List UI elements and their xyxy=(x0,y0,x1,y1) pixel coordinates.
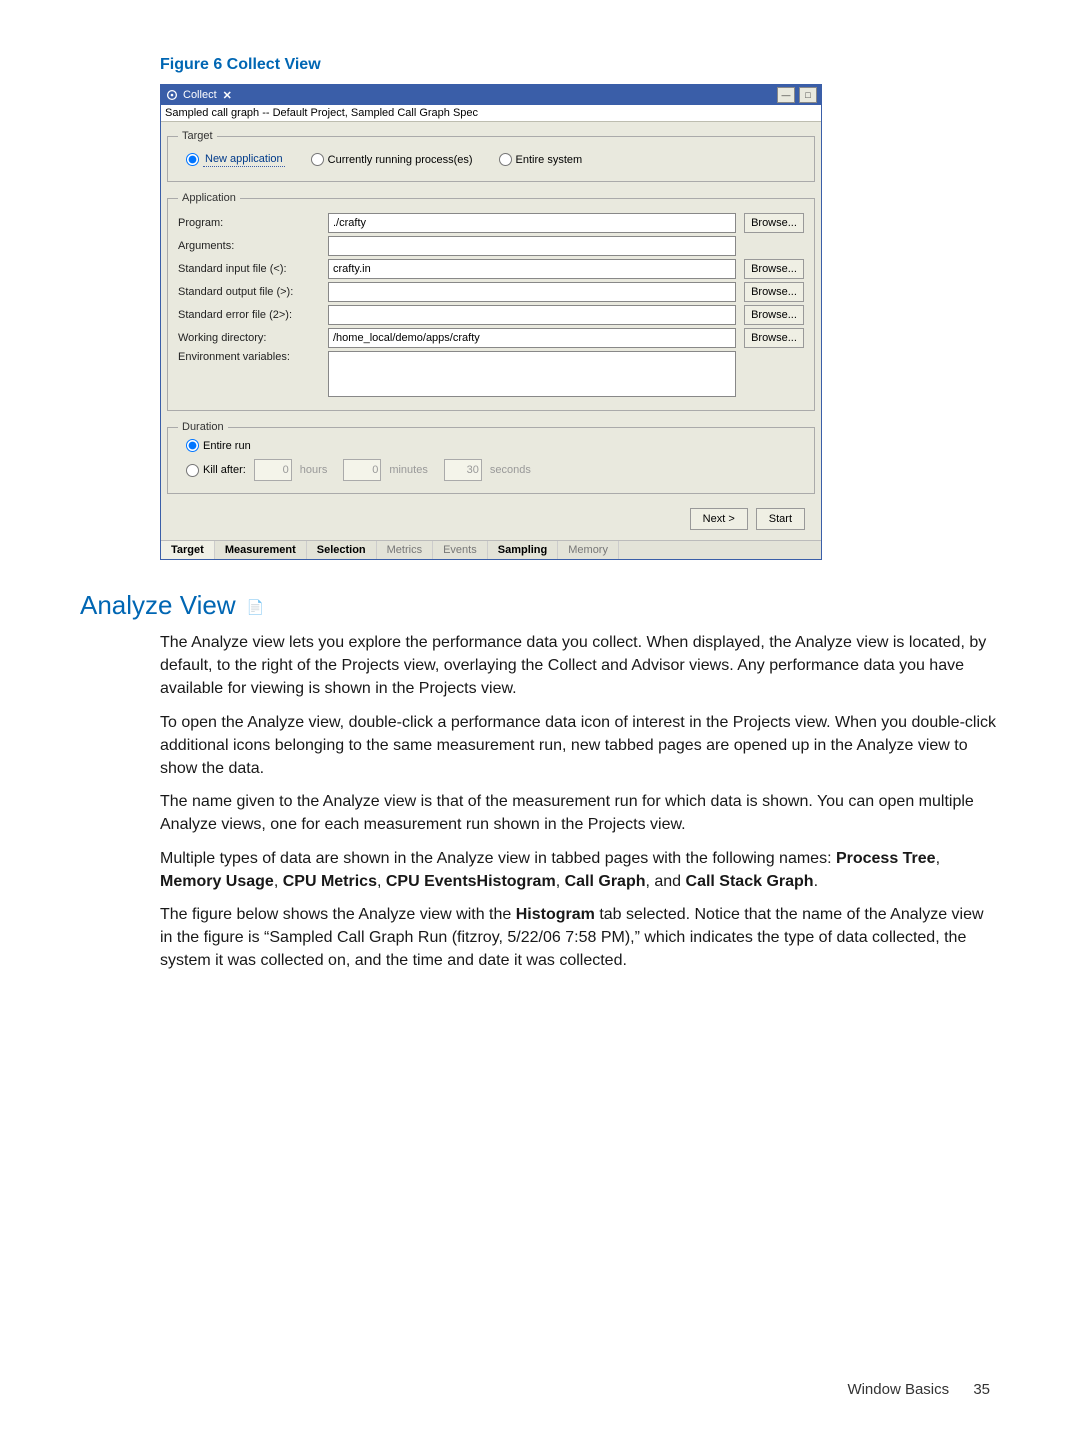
label-env: Environment variables: xyxy=(178,351,328,363)
unit-hours: hours xyxy=(300,464,328,476)
text: The figure below shows the Analyze view … xyxy=(160,906,516,923)
minutes-input xyxy=(343,459,381,481)
titlebar: Collect ✕ — □ xyxy=(161,85,821,105)
radio-running-processes[interactable]: Currently running process(es) xyxy=(311,153,473,166)
radio-label: Entire system xyxy=(516,154,583,166)
radio-new-application-input[interactable] xyxy=(186,153,199,166)
next-button[interactable]: Next > xyxy=(690,508,748,530)
collect-window: Collect ✕ — □ Sampled call graph -- Defa… xyxy=(160,84,822,560)
gear-icon xyxy=(165,88,179,102)
bold: CPU Metrics xyxy=(283,873,377,890)
seconds-input xyxy=(444,459,482,481)
radio-label: Currently running process(es) xyxy=(328,154,473,166)
target-group: Target New application Currently running… xyxy=(167,130,815,182)
tab-selection[interactable]: Selection xyxy=(307,541,377,559)
bold: Memory Usage xyxy=(160,873,274,890)
radio-label: Kill after: xyxy=(203,464,246,476)
browse-stderr-button[interactable]: Browse... xyxy=(744,305,804,325)
text: , xyxy=(274,873,283,890)
tab-measurement[interactable]: Measurement xyxy=(215,541,307,559)
browse-wd-button[interactable]: Browse... xyxy=(744,328,804,348)
radio-kill-after-input[interactable] xyxy=(186,464,199,477)
page-footer: Window Basics 35 xyxy=(847,1381,990,1398)
window-title: Collect xyxy=(183,89,217,101)
hours-input xyxy=(254,459,292,481)
tab-close-icon[interactable]: ✕ xyxy=(223,89,232,102)
text: , xyxy=(556,873,565,890)
figure-caption: Figure 6 Collect View xyxy=(160,56,1000,74)
tab-metrics[interactable]: Metrics xyxy=(377,541,433,559)
page-number: 35 xyxy=(973,1381,990,1398)
paragraph: The name given to the Analyze view is th… xyxy=(160,790,1000,836)
unit-minutes: minutes xyxy=(389,464,428,476)
duration-group: Duration Entire run Kill after: hours mi… xyxy=(167,421,815,494)
tab-target[interactable]: Target xyxy=(161,541,215,559)
radio-running-processes-input[interactable] xyxy=(311,153,324,166)
start-button[interactable]: Start xyxy=(756,508,805,530)
section-title-text: Analyze View xyxy=(80,590,236,620)
bold: CPU EventsHistogram xyxy=(386,873,556,890)
document-icon: 📄 xyxy=(247,599,264,615)
stdin-input[interactable] xyxy=(328,259,736,279)
label-arguments: Arguments: xyxy=(178,240,328,252)
label-stdin: Standard input file (<): xyxy=(178,263,328,275)
footer-label: Window Basics xyxy=(847,1381,949,1398)
radio-entire-run-input[interactable] xyxy=(186,439,199,452)
text: , xyxy=(936,850,940,867)
wd-input[interactable] xyxy=(328,328,736,348)
radio-entire-system[interactable]: Entire system xyxy=(499,153,583,166)
bold: Histogram xyxy=(516,906,595,923)
duration-legend: Duration xyxy=(178,421,228,433)
bold: Call Graph xyxy=(565,873,646,890)
program-input[interactable] xyxy=(328,213,736,233)
radio-entire-run[interactable]: Entire run xyxy=(186,439,251,452)
env-input[interactable] xyxy=(328,351,736,397)
tab-sampling[interactable]: Sampling xyxy=(488,541,559,559)
bold: Process Tree xyxy=(836,850,936,867)
arguments-input[interactable] xyxy=(328,236,736,256)
window-subtitle: Sampled call graph -- Default Project, S… xyxy=(161,105,821,122)
tab-memory[interactable]: Memory xyxy=(558,541,619,559)
target-legend: Target xyxy=(178,130,217,142)
application-legend: Application xyxy=(178,192,240,204)
bold: Call Stack Graph xyxy=(686,873,814,890)
tab-events[interactable]: Events xyxy=(433,541,488,559)
application-group: Application Program: Browse... Arguments… xyxy=(167,192,815,411)
section-title: Analyze View 📄 xyxy=(80,590,1000,621)
paragraph: To open the Analyze view, double-click a… xyxy=(160,711,1000,781)
radio-kill-after[interactable]: Kill after: xyxy=(186,464,246,477)
minimize-button[interactable]: — xyxy=(777,87,795,103)
bottom-tabs: Target Measurement Selection Metrics Eve… xyxy=(161,540,821,559)
browse-program-button[interactable]: Browse... xyxy=(744,213,804,233)
browse-stdin-button[interactable]: Browse... xyxy=(744,259,804,279)
stdout-input[interactable] xyxy=(328,282,736,302)
paragraph: The figure below shows the Analyze view … xyxy=(160,903,1000,973)
paragraph: Multiple types of data are shown in the … xyxy=(160,847,1000,893)
stderr-input[interactable] xyxy=(328,305,736,325)
radio-label: New application xyxy=(203,152,285,167)
browse-stdout-button[interactable]: Browse... xyxy=(744,282,804,302)
label-stderr: Standard error file (2>): xyxy=(178,309,328,321)
radio-entire-system-input[interactable] xyxy=(499,153,512,166)
text: , and xyxy=(645,873,685,890)
label-program: Program: xyxy=(178,217,328,229)
label-wd: Working directory: xyxy=(178,332,328,344)
paragraph: The Analyze view lets you explore the pe… xyxy=(160,631,1000,701)
text: , xyxy=(377,873,386,890)
text: Multiple types of data are shown in the … xyxy=(160,850,836,867)
radio-new-application[interactable]: New application xyxy=(186,152,285,167)
radio-label: Entire run xyxy=(203,440,251,452)
unit-seconds: seconds xyxy=(490,464,531,476)
label-stdout: Standard output file (>): xyxy=(178,286,328,298)
maximize-button[interactable]: □ xyxy=(799,87,817,103)
text: . xyxy=(814,873,818,890)
